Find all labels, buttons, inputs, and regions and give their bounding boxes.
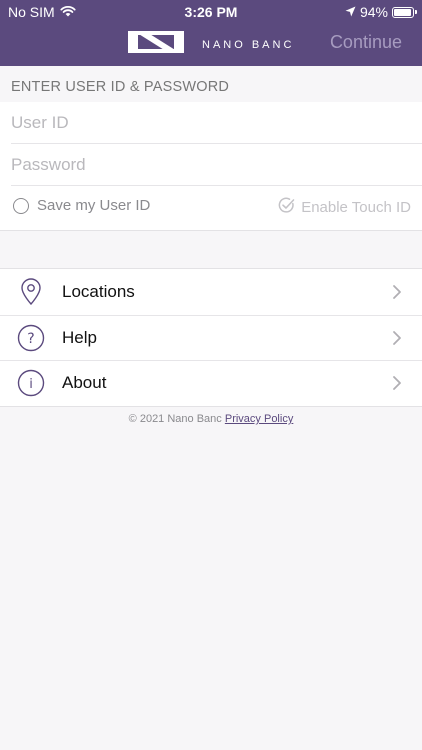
app-header: No SIM 3:26 PM 94% NANO BANC Continue [0, 0, 422, 66]
info-circle-icon: i [17, 369, 45, 397]
menu-label-about: About [62, 373, 107, 393]
battery-icon [392, 6, 417, 18]
svg-text:i: i [29, 377, 33, 392]
battery-percent: 94% [359, 4, 388, 20]
enable-touch-id-label: Enable Touch ID [301, 199, 411, 216]
menu-label-help: Help [62, 327, 97, 347]
login-section-title: ENTER USER ID & PASSWORD [11, 79, 230, 95]
copyright-text: © 2021 Nano Banc [128, 413, 222, 425]
menu-item-help[interactable]: ? Help [0, 314, 422, 361]
menu-label-locations: Locations [62, 281, 135, 301]
question-circle-icon: ? [17, 324, 45, 352]
enable-touch-id-toggle[interactable]: Enable Touch ID [278, 197, 411, 218]
status-bar: No SIM 3:26 PM 94% [0, 0, 422, 24]
brand-name: NANO BANC [202, 38, 295, 51]
status-right: 94% [345, 4, 417, 20]
chevron-right-icon [392, 330, 402, 346]
chevron-right-icon [392, 375, 402, 391]
location-pin-icon [17, 278, 45, 306]
privacy-policy-link[interactable]: Privacy Policy [225, 413, 293, 425]
brand-logo: NANO BANC [128, 31, 294, 58]
chevron-right-icon [392, 284, 402, 300]
menu-list: Locations ? Help i About [0, 268, 422, 407]
save-user-id-label: Save my User ID [37, 197, 151, 214]
location-arrow-icon [345, 4, 356, 20]
login-form: Save my User ID Enable Touch ID [0, 102, 422, 231]
footer: © 2021 Nano Banc Privacy Policy [0, 413, 422, 425]
check-circle-icon [278, 197, 295, 218]
radio-unchecked-icon[interactable] [13, 197, 29, 214]
login-options: Save my User ID Enable Touch ID [0, 197, 422, 221]
nano-banc-logo-icon [128, 31, 184, 58]
save-user-id-toggle[interactable]: Save my User ID [13, 197, 150, 214]
menu-item-locations[interactable]: Locations [0, 269, 422, 315]
battery-fill [394, 8, 411, 16]
menu-item-about[interactable]: i About [0, 360, 422, 406]
continue-button[interactable]: Continue [330, 32, 402, 53]
user-id-input[interactable] [11, 103, 422, 144]
password-input[interactable] [11, 145, 422, 186]
svg-text:?: ? [27, 331, 34, 347]
